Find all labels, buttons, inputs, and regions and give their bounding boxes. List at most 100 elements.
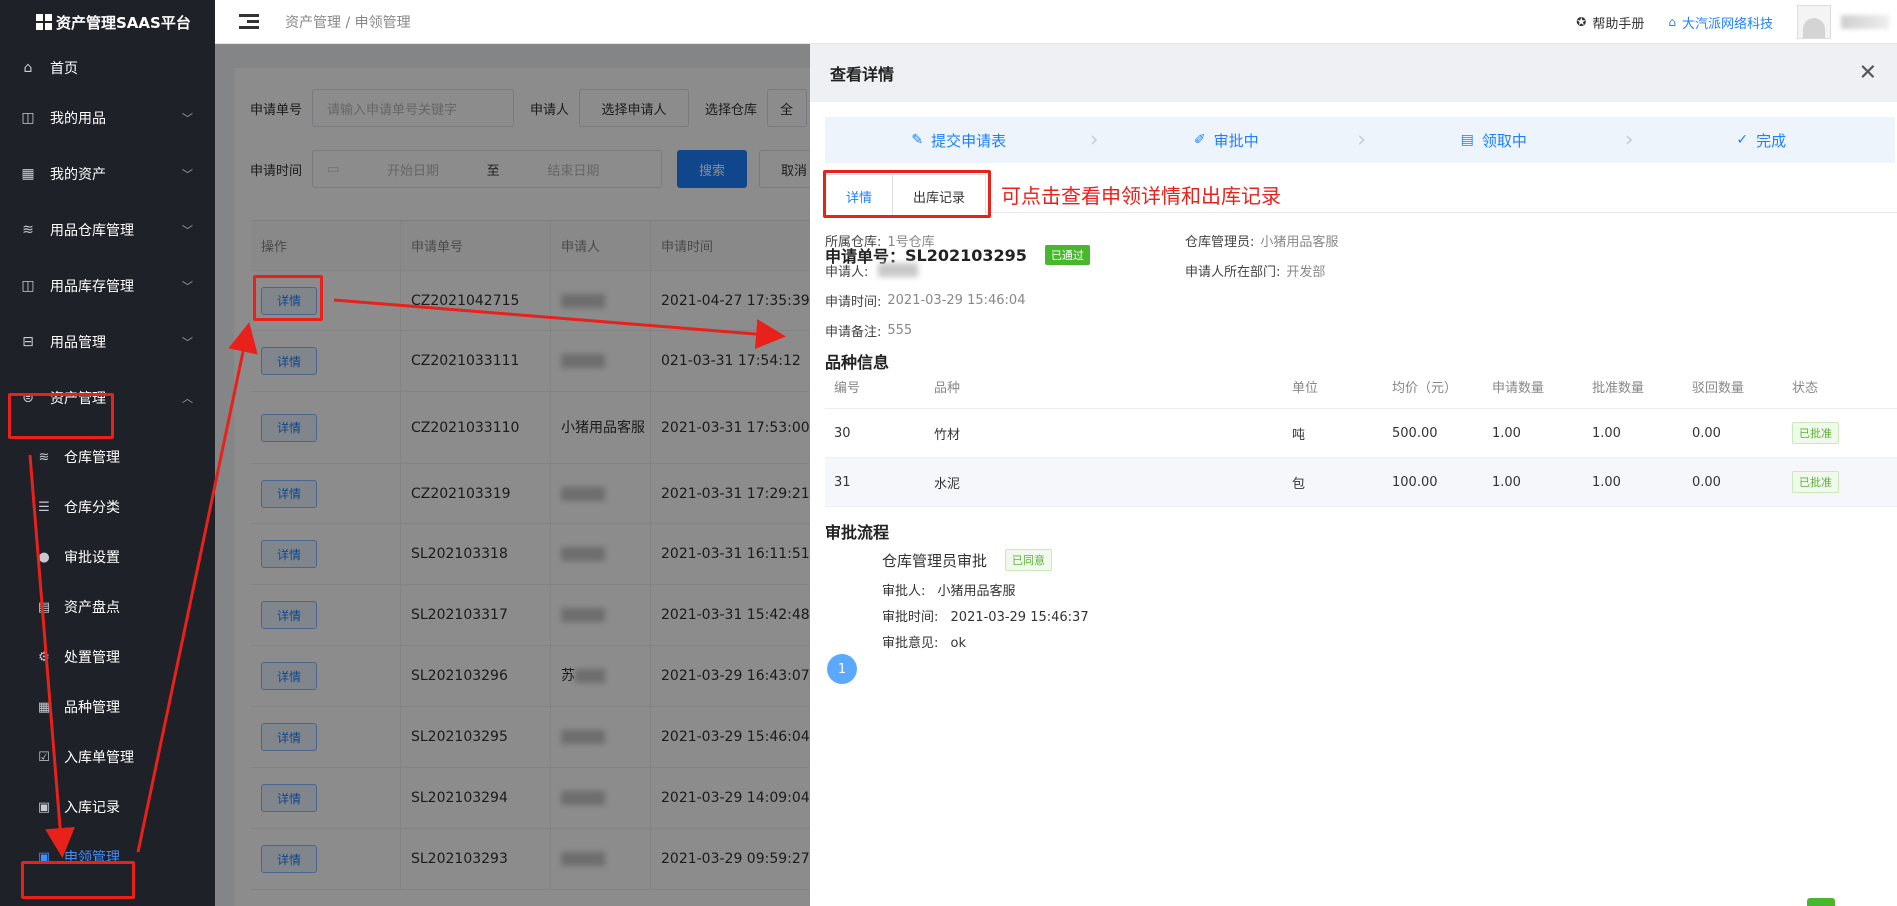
info-remark: 申请备注: 555	[825, 320, 912, 340]
flow-section-title: 审批流程	[825, 523, 890, 542]
asset-icon: ⊜	[22, 390, 34, 406]
info-label: 所属仓库:	[825, 234, 882, 250]
variety-unit: 吨	[1292, 427, 1306, 443]
variety-rejected-qty: 0.00	[1692, 425, 1721, 441]
sidebar-subitem-inbound-record[interactable]: ▣ 入库记录	[0, 782, 215, 832]
column-header: 批准数量	[1592, 381, 1645, 396]
sidebar-item-supply-warehouse[interactable]: ≋ 用品仓库管理 ﹀	[0, 202, 215, 258]
column-header: 申请数量	[1492, 381, 1545, 396]
variety-table-header: 编号 品种 单位 均价（元） 申请数量 批准数量 驳回数量 状态	[825, 365, 1897, 409]
help-label: 帮助手册	[1592, 16, 1645, 32]
flow-step-name: 仓库管理员审批	[882, 551, 988, 570]
info-label: 申请备注:	[825, 324, 882, 340]
flow-label: 审批意见:	[882, 636, 939, 651]
drawer-header: 查看详情 ✕	[810, 44, 1897, 102]
clipboard-list-icon: ▣	[37, 849, 51, 865]
sidebar-subitem-label: 处置管理	[64, 650, 120, 666]
step-label: 领取中	[1481, 131, 1527, 150]
flow-status-badge: 已同意	[1005, 549, 1053, 571]
breadcrumb: 资产管理 / 申领管理	[285, 14, 411, 31]
user-name-blurred	[1841, 15, 1889, 29]
sidebar-subitem-label: 审批设置	[64, 550, 120, 566]
step-submit: ✎ 提交申请表 ›	[825, 117, 1098, 163]
column-header: 单位	[1292, 381, 1319, 396]
sidebar-subitem-label: 资产盘点	[64, 600, 120, 616]
variety-name: 水泥	[934, 476, 961, 492]
sidebar-subitem-warehouse-category[interactable]: ☰ 仓库分类	[0, 482, 215, 532]
help-link[interactable]: ✪ 帮助手册	[1576, 13, 1644, 32]
building-icon: ▦	[21, 166, 35, 182]
app-title: 资产管理SAAS平台	[56, 13, 191, 32]
sidebar-subitem-label: 仓库分类	[64, 500, 120, 516]
info-time: 申请时间: 2021-03-29 15:46:04	[825, 290, 1025, 310]
step-receiving: ▤ 领取中 ›	[1360, 117, 1634, 163]
sidebar-item-home[interactable]: ⌂ 首页	[0, 45, 215, 90]
sidebar-subitem-warehouse[interactable]: ≋ 仓库管理	[0, 432, 215, 482]
sidebar-item-label: 用品管理	[50, 335, 106, 351]
company-link[interactable]: ⌂ 大汽派网络科技	[1668, 13, 1773, 32]
top-header: 资产管理 / 申领管理 ✪ 帮助手册 ⌂ 大汽派网络科技	[215, 0, 1897, 44]
sidebar-item-asset-management[interactable]: ⊜ 资产管理 ︿	[0, 370, 215, 426]
variety-status-badge: 已批准	[1792, 471, 1839, 493]
detail-tabs: 详情 出库记录	[825, 174, 987, 218]
sidebar-item-my-assets[interactable]: ▦ 我的资产 ﹀	[0, 146, 215, 202]
logo-icon	[36, 14, 52, 30]
tab-details[interactable]: 详情	[825, 174, 894, 218]
variety-name: 竹材	[934, 427, 961, 443]
flow-time: 审批时间: 2021-03-29 15:46:37	[882, 606, 1089, 625]
variety-approved-qty: 1.00	[1592, 474, 1621, 490]
sidebar-subitem-claim-management[interactable]: ▣ 申领管理	[0, 832, 215, 882]
info-label: 仓库管理员:	[1185, 234, 1255, 250]
column-header: 状态	[1792, 381, 1819, 396]
info-value: 2021-03-29 15:46:04	[887, 292, 1026, 308]
info-department: 申请人所在部门: 开发部	[1185, 260, 1325, 280]
variety-approved-qty: 1.00	[1592, 425, 1621, 441]
app-logo[interactable]: 资产管理SAAS平台	[0, 0, 215, 44]
bag-icon: ◫	[21, 110, 35, 126]
sidebar-item-supply-stock[interactable]: ◫ 用品库存管理 ﹀	[0, 258, 215, 314]
gear-icon: ⚙	[38, 649, 50, 665]
sidebar-subitem-approval-settings[interactable]: ● 审批设置	[0, 532, 215, 582]
variety-id: 30	[834, 425, 851, 441]
sidebar-item-my-supplies[interactable]: ◫ 我的用品 ﹀	[0, 90, 215, 146]
menu-toggle-icon[interactable]	[239, 14, 259, 29]
sidebar-subitem-inbound-order[interactable]: ☑ 入库单管理	[0, 732, 215, 782]
column-header: 均价（元）	[1392, 381, 1458, 396]
sidebar-subitem-label: 入库单管理	[64, 750, 134, 766]
sidebar-subitem-label: 品种管理	[64, 700, 120, 716]
sidebar-item-label: 首页	[50, 60, 78, 77]
avatar[interactable]	[1797, 5, 1831, 39]
variety-apply-qty: 1.00	[1492, 425, 1521, 441]
clipboard-check-icon: ☑	[38, 749, 50, 765]
sidebar-item-label: 我的用品	[50, 111, 106, 127]
column-header: 驳回数量	[1692, 381, 1745, 396]
step-complete: ✓ 完成	[1628, 117, 1896, 163]
variety-rejected-qty: 0.00	[1692, 474, 1721, 490]
chevron-down-icon: ﹀	[182, 224, 193, 237]
flow-value: ok	[950, 636, 967, 651]
flow-approver: 审批人: 小猪用品客服	[882, 580, 1016, 599]
close-icon[interactable]: ✕	[1859, 61, 1877, 86]
column-header: 品种	[934, 381, 961, 396]
variety-unit: 包	[1292, 476, 1306, 492]
sidebar-subitem-asset-inventory[interactable]: ▤ 资产盘点	[0, 582, 215, 632]
grid-icon: ▦	[37, 699, 51, 715]
sidebar-item-label: 用品仓库管理	[50, 223, 134, 239]
chevron-down-icon: ﹀	[182, 168, 193, 181]
tab-outbound-records[interactable]: 出库记录	[893, 174, 987, 218]
scroll-top-button[interactable]	[1807, 898, 1835, 906]
user-icon: ●	[38, 549, 50, 565]
sidebar-subitem-disposal[interactable]: ⚙ 处置管理	[0, 632, 215, 682]
step-label: 完成	[1756, 131, 1787, 150]
sidebar: 资产管理SAAS平台 ⌂ 首页 ◫ 我的用品 ﹀ ▦ 我的资产 ﹀ ≋ 用品仓库…	[0, 0, 215, 906]
flow-opinion: 审批意见: ok	[882, 632, 966, 651]
info-label: 申请时间:	[825, 294, 882, 310]
step-label: 提交申请表	[931, 131, 1007, 150]
step-approving: ✐ 审批中 ›	[1093, 117, 1366, 163]
drawer-title: 查看详情	[830, 65, 895, 84]
sidebar-item-supply-management[interactable]: ⊟ 用品管理 ﹀	[0, 314, 215, 370]
sidebar-subitem-variety[interactable]: ▦ 品种管理	[0, 682, 215, 732]
modal-mask[interactable]	[215, 44, 810, 906]
company-label: 大汽派网络科技	[1681, 16, 1773, 32]
variety-row: 30 竹材 吨 500.00 1.00 1.00 0.00 已批准	[825, 409, 1897, 458]
